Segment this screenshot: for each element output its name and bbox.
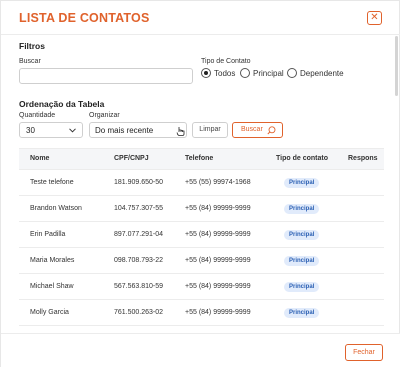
- cell-telefone: +55 (84) 99999-9999: [185, 257, 251, 264]
- contact-type-label: Tipo de Contato: [201, 58, 251, 65]
- column-header-responsavel: Respons: [348, 155, 378, 162]
- cell-telefone: +55 (84) 99999-9999: [185, 309, 251, 316]
- radio-principal[interactable]: Principal: [240, 68, 284, 78]
- cell-nome: Molly Garcia: [30, 309, 69, 316]
- radio-dependente-label: Dependente: [300, 68, 344, 78]
- radio-unselected-icon: [287, 68, 297, 78]
- close-icon[interactable]: ✕: [367, 11, 382, 25]
- cell-telefone: +55 (84) 99999-9999: [185, 231, 251, 238]
- organize-select[interactable]: Do mais recente: [89, 122, 187, 138]
- radio-todos-label: Todos: [214, 68, 236, 78]
- column-header-tipo: Tipo de contato: [276, 155, 328, 162]
- table-row[interactable]: Erin Padilla 897.077.291-04 +55 (84) 999…: [19, 222, 384, 248]
- quantity-value: 30: [26, 126, 35, 135]
- cell-cpf: 761.500.263-02: [114, 309, 164, 316]
- cell-telefone: +55 (55) 99974-1968: [185, 179, 251, 186]
- cell-cpf: 098.708.793-22: [114, 257, 164, 264]
- radio-unselected-icon: [240, 68, 250, 78]
- cell-telefone: +55 (84) 99999-9999: [185, 283, 251, 290]
- search-button[interactable]: Buscar: [232, 122, 283, 138]
- search-input[interactable]: [19, 68, 193, 84]
- table-row[interactable]: Brandon Watson 104.757.307-55 +55 (84) 9…: [19, 196, 384, 222]
- cell-telefone: +55 (84) 99999-9999: [185, 205, 251, 212]
- cell-nome: Michael Shaw: [30, 283, 74, 290]
- contact-type-badge: Principal: [284, 178, 320, 188]
- radio-selected-icon: [201, 68, 211, 78]
- cell-cpf: 567.563.810-59: [114, 283, 164, 290]
- table-row[interactable]: Maria Morales 098.708.793-22 +55 (84) 99…: [19, 248, 384, 274]
- organize-label: Organizar: [89, 112, 120, 119]
- chevron-down-icon: [69, 128, 76, 133]
- cell-nome: Brandon Watson: [30, 205, 82, 212]
- modal-title: LISTA DE CONTATOS: [19, 11, 150, 25]
- column-header-nome: Nome: [30, 155, 50, 162]
- cell-nome: Erin Padilla: [30, 231, 66, 238]
- search-label: Buscar: [19, 58, 41, 65]
- search-button-label: Buscar: [241, 126, 263, 133]
- radio-dependente[interactable]: Dependente: [287, 68, 344, 78]
- column-header-cpf: CPF/CNPJ: [114, 155, 149, 162]
- table-row[interactable]: Michael Shaw 567.563.810-59 +55 (84) 999…: [19, 274, 384, 300]
- contact-type-badge: Principal: [284, 308, 320, 318]
- close-button[interactable]: Fechar: [345, 344, 383, 361]
- cell-cpf: 181.909.650-50: [114, 179, 164, 186]
- table-header: Nome CPF/CNPJ Telefone Tipo de contato R…: [19, 149, 384, 170]
- cell-nome: Maria Morales: [30, 257, 75, 264]
- table-row[interactable]: Molly Garcia 761.500.263-02 +55 (84) 999…: [19, 300, 384, 326]
- contacts-table: Nome CPF/CNPJ Telefone Tipo de contato R…: [19, 148, 384, 333]
- scrollbar[interactable]: [395, 36, 398, 96]
- clear-button[interactable]: Limpar: [192, 122, 228, 138]
- search-icon: [267, 126, 276, 135]
- cell-cpf: 897.077.291-04: [114, 231, 164, 238]
- radio-todos[interactable]: Todos: [201, 68, 235, 78]
- column-header-telefone: Telefone: [185, 155, 214, 162]
- pointer-cursor-icon: [176, 127, 185, 136]
- modal-footer: Fechar: [1, 333, 400, 367]
- contact-type-badge: Principal: [284, 204, 320, 214]
- contacts-modal: LISTA DE CONTATOS ✕ Filtros Buscar Tipo …: [0, 0, 400, 367]
- quantity-select[interactable]: 30: [19, 122, 83, 138]
- contact-type-badge: Principal: [284, 230, 320, 240]
- filters-section-title: Filtros: [19, 41, 45, 51]
- modal-header: LISTA DE CONTATOS ✕: [1, 1, 400, 35]
- table-row[interactable]: Teste telefone 181.909.650-50 +55 (55) 9…: [19, 170, 384, 196]
- contact-type-badge: Principal: [284, 282, 320, 292]
- cell-cpf: 104.757.307-55: [114, 205, 164, 212]
- organize-value: Do mais recente: [95, 126, 154, 135]
- quantity-label: Quantidade: [19, 112, 56, 119]
- contact-type-badge: Principal: [284, 256, 320, 266]
- ordering-section-title: Ordenação da Tabela: [19, 99, 105, 109]
- cell-nome: Teste telefone: [30, 179, 74, 186]
- radio-principal-label: Principal: [253, 68, 284, 78]
